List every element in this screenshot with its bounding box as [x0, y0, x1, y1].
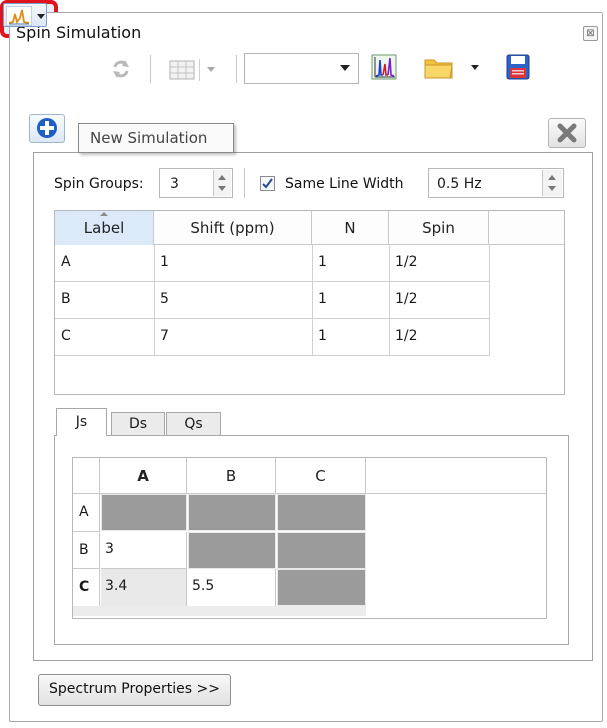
- shift-cell[interactable]: 7: [154, 328, 312, 344]
- simulation-combo[interactable]: [244, 53, 359, 84]
- spectrum-properties-button[interactable]: Spectrum Properties >>: [38, 674, 231, 706]
- disabled-cell: [188, 532, 276, 569]
- show-spectrum-button[interactable]: [367, 52, 401, 82]
- column-header-a[interactable]: A: [100, 458, 187, 494]
- refresh-icon: [113, 60, 129, 78]
- add-simulation-button[interactable]: [29, 114, 65, 143]
- spin-groups-table: Label Shift (ppm) N Spin A 1 1 1/2 B 5 1…: [54, 210, 565, 395]
- tab-qs[interactable]: Qs: [166, 412, 221, 436]
- disabled-cell: [277, 569, 366, 606]
- row-header: C: [73, 569, 100, 606]
- table-row[interactable]: A 1 1 1/2: [55, 245, 489, 282]
- spin-cell[interactable]: 1/2: [389, 328, 489, 344]
- spectrum-colored-icon: [371, 54, 397, 80]
- column-header-n[interactable]: N: [312, 211, 389, 245]
- corner-cell: [73, 458, 100, 494]
- line-width-value: 0.5 Hz: [437, 176, 482, 192]
- spin-groups-value: 3: [170, 176, 179, 192]
- label-cell[interactable]: A: [55, 254, 154, 270]
- spin-cell[interactable]: 1/2: [389, 291, 489, 307]
- table-row[interactable]: C 3.4 5.5: [73, 569, 366, 606]
- chevron-down-icon[interactable]: [471, 65, 479, 70]
- disabled-cell: [188, 494, 276, 531]
- tooltip-text: New Simulation: [90, 129, 208, 147]
- open-button[interactable]: [418, 52, 486, 82]
- row-header: B: [73, 532, 100, 569]
- tooltip: New Simulation: [78, 123, 234, 153]
- shift-cell[interactable]: 5: [154, 291, 312, 307]
- coupling-cell[interactable]: 3.4: [101, 569, 187, 606]
- tab-ds[interactable]: Ds: [111, 412, 165, 436]
- stepper-arrows[interactable]: [213, 170, 231, 196]
- spectrum-icon: [6, 6, 32, 26]
- chevron-down-icon[interactable]: [207, 67, 215, 72]
- coupling-cell[interactable]: 5.5: [188, 569, 276, 606]
- disabled-cell: [101, 494, 187, 531]
- table-row[interactable]: B 3: [73, 532, 366, 569]
- spin-groups-label: Spin Groups:: [54, 176, 144, 192]
- label-cell[interactable]: B: [55, 291, 154, 307]
- table-row: A: [73, 494, 366, 532]
- toolbar-separator: [236, 55, 237, 83]
- coupling-table: A B C A B 3 C 3.4 5.5: [72, 457, 547, 619]
- spin-cell[interactable]: 1/2: [389, 254, 489, 270]
- tab-js[interactable]: Js: [56, 408, 107, 436]
- chevron-down-icon[interactable]: [37, 14, 45, 19]
- row-header: A: [73, 494, 100, 532]
- close-icon: [557, 123, 577, 143]
- refresh-button[interactable]: [104, 54, 138, 84]
- title-bar: Spin Simulation ⊠: [10, 13, 602, 51]
- table-row[interactable]: B 5 1 1/2: [55, 282, 489, 319]
- n-cell[interactable]: 1: [312, 328, 389, 344]
- save-button[interactable]: [501, 52, 535, 82]
- table-view-button[interactable]: [165, 54, 227, 84]
- sort-ascending-icon: [100, 212, 108, 216]
- column-header-label[interactable]: Label: [55, 211, 154, 245]
- plus-icon: [37, 118, 57, 138]
- disabled-cell: [277, 494, 366, 531]
- stepper-arrows[interactable]: [542, 170, 562, 196]
- same-line-width-checkbox[interactable]: [260, 176, 275, 191]
- column-header-shift[interactable]: Shift (ppm): [154, 211, 312, 245]
- column-header-spin[interactable]: Spin: [389, 211, 489, 245]
- spin-groups-stepper[interactable]: 3: [159, 168, 233, 198]
- chevron-down-icon: [340, 65, 350, 71]
- close-icon[interactable]: ⊠: [583, 26, 598, 41]
- coupling-cell[interactable]: 3: [101, 532, 187, 569]
- line-width-stepper[interactable]: 0.5 Hz: [428, 168, 564, 198]
- label-cell[interactable]: C: [55, 328, 154, 344]
- column-header-b[interactable]: B: [187, 458, 276, 494]
- n-cell[interactable]: 1: [312, 291, 389, 307]
- folder-icon: [424, 59, 453, 79]
- same-line-width-label: Same Line Width: [285, 176, 404, 192]
- column-header-c[interactable]: C: [276, 458, 366, 494]
- save-icon: [506, 54, 530, 80]
- table-row[interactable]: C 7 1 1/2: [55, 319, 489, 356]
- n-cell[interactable]: 1: [312, 254, 389, 270]
- shift-cell[interactable]: 1: [154, 254, 312, 270]
- table-icon: [169, 60, 195, 80]
- disabled-cell: [277, 532, 366, 569]
- delete-simulation-button[interactable]: [548, 118, 586, 148]
- check-icon: [262, 178, 273, 189]
- toolbar-separator: [150, 55, 151, 83]
